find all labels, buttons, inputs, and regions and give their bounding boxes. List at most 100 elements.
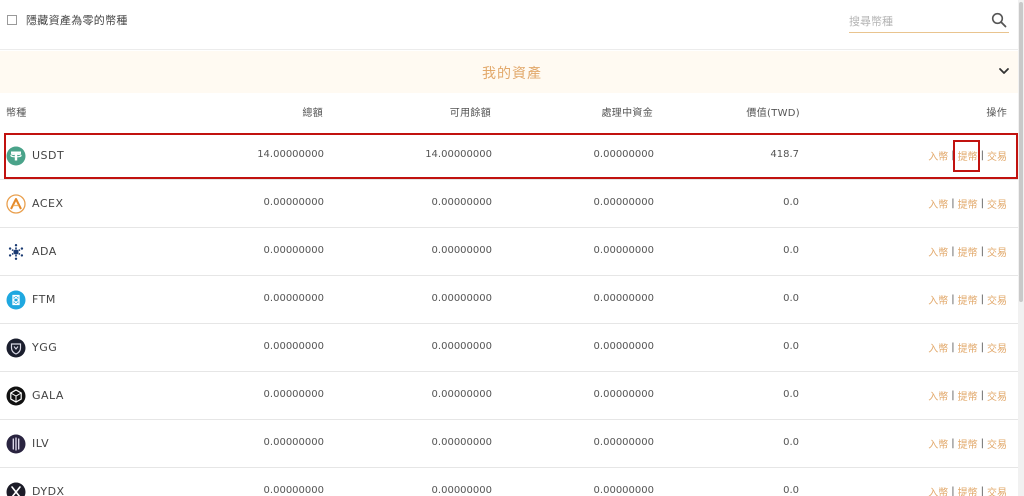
action-separator: | [980,390,984,401]
table-row: USDT 14.00000000 14.00000000 0.00000000 … [0,132,1019,180]
processing-cell: 0.00000000 [593,389,654,400]
trade-button[interactable]: 交易 [987,244,1007,259]
action-separator: | [951,198,955,209]
action-separator: | [980,486,984,496]
row-actions: 入幣 | 提幣 | 交易 [928,148,1007,163]
action-separator: | [980,342,984,353]
scrollbar-thumb[interactable] [1019,2,1023,302]
value-cell: 0.0 [783,293,799,304]
usdt-icon [6,146,26,166]
coin-name: FTM [32,293,56,306]
row-actions: 入幣 | 提幣 | 交易 [928,484,1007,496]
value-cell: 418.7 [770,149,799,160]
header-actions: 操作 [986,108,1007,119]
processing-cell: 0.00000000 [593,149,654,160]
total-cell: 0.00000000 [263,485,324,496]
processing-cell: 0.00000000 [593,197,654,208]
action-separator: | [951,342,955,353]
trade-button[interactable]: 交易 [987,340,1007,355]
ftm-icon [6,290,26,310]
coin-name: ACEX [32,197,64,210]
coin-name: ADA [32,245,57,258]
deposit-button[interactable]: 入幣 [928,292,948,307]
header-total: 總額 [302,108,323,119]
value-cell: 0.0 [783,389,799,400]
total-cell: 0.00000000 [263,389,324,400]
table-row: ILV 0.00000000 0.00000000 0.00000000 0.0… [0,420,1019,468]
value-cell: 0.0 [783,197,799,208]
scrollbar[interactable] [1018,0,1024,496]
withdraw-button[interactable]: 提幣 [958,148,978,163]
withdraw-button[interactable]: 提幣 [958,244,978,259]
filter-bar: 隱藏資產為零的幣種 [0,0,1024,50]
search-input[interactable] [849,11,984,31]
trade-button[interactable]: 交易 [987,388,1007,403]
action-separator: | [980,150,984,161]
value-cell: 0.0 [783,245,799,256]
deposit-button[interactable]: 入幣 [928,244,948,259]
withdraw-button[interactable]: 提幣 [958,340,978,355]
available-cell: 0.00000000 [431,245,492,256]
available-cell: 0.00000000 [431,389,492,400]
available-cell: 0.00000000 [431,293,492,304]
ada-icon [8,244,24,260]
deposit-button[interactable]: 入幣 [928,148,948,163]
dydx-icon [6,482,26,496]
hide-zero-toggle[interactable]: 隱藏資產為零的幣種 [7,12,128,28]
deposit-button[interactable]: 入幣 [928,196,948,211]
value-cell: 0.0 [783,341,799,352]
action-separator: | [980,438,984,449]
action-separator: | [951,486,955,496]
chevron-down-icon[interactable] [998,66,1010,76]
withdraw-button[interactable]: 提幣 [958,436,978,451]
total-cell: 0.00000000 [263,437,324,448]
action-separator: | [951,438,955,449]
acex-icon [6,194,26,214]
processing-cell: 0.00000000 [593,245,654,256]
action-separator: | [980,294,984,305]
table-row: FTM 0.00000000 0.00000000 0.00000000 0.0… [0,276,1019,324]
ilv-icon [6,434,26,454]
deposit-button[interactable]: 入幣 [928,484,948,496]
withdraw-button[interactable]: 提幣 [958,388,978,403]
withdraw-button[interactable]: 提幣 [958,196,978,211]
deposit-button[interactable]: 入幣 [928,340,948,355]
action-separator: | [951,294,955,305]
table-header: 幣種 總額 可用餘額 處理中資金 價值(TWD) 操作 [0,96,1024,126]
trade-button[interactable]: 交易 [987,196,1007,211]
value-cell: 0.0 [783,437,799,448]
processing-cell: 0.00000000 [593,341,654,352]
hide-zero-checkbox[interactable] [7,15,17,25]
row-actions: 入幣 | 提幣 | 交易 [928,196,1007,211]
trade-button[interactable]: 交易 [987,484,1007,496]
action-separator: | [980,246,984,257]
coin-name: YGG [32,341,58,354]
row-actions: 入幣 | 提幣 | 交易 [928,436,1007,451]
row-actions: 入幣 | 提幣 | 交易 [928,388,1007,403]
table-row: ACEX 0.00000000 0.00000000 0.00000000 0.… [0,180,1019,228]
section-title: 我的資產 [482,66,542,82]
processing-cell: 0.00000000 [593,293,654,304]
total-cell: 0.00000000 [263,197,324,208]
deposit-button[interactable]: 入幣 [928,436,948,451]
search-icon[interactable] [991,12,1007,28]
coin-name: DYDX [32,485,65,496]
table-row: YGG 0.00000000 0.00000000 0.00000000 0.0… [0,324,1019,372]
action-separator: | [980,198,984,209]
available-cell: 14.00000000 [425,149,492,160]
trade-button[interactable]: 交易 [987,436,1007,451]
trade-button[interactable]: 交易 [987,292,1007,307]
table-row: ADA 0.00000000 0.00000000 0.00000000 0.0… [0,228,1019,276]
assets-section-header[interactable]: 我的資產 [0,51,1024,93]
available-cell: 0.00000000 [431,197,492,208]
hide-zero-label: 隱藏資產為零的幣種 [26,14,128,27]
coin-name: GALA [32,389,64,402]
withdraw-button[interactable]: 提幣 [958,484,978,496]
available-cell: 0.00000000 [431,341,492,352]
trade-button[interactable]: 交易 [987,148,1007,163]
action-separator: | [951,150,955,161]
header-available: 可用餘額 [449,108,491,119]
deposit-button[interactable]: 入幣 [928,388,948,403]
available-cell: 0.00000000 [431,437,492,448]
withdraw-button[interactable]: 提幣 [958,292,978,307]
